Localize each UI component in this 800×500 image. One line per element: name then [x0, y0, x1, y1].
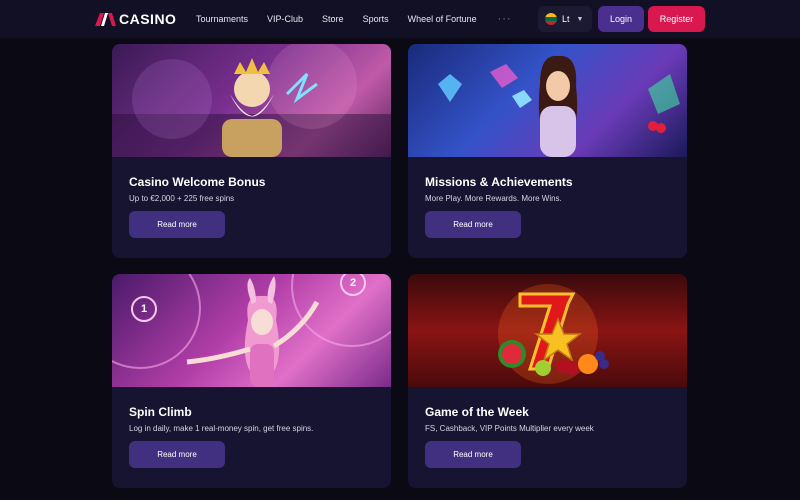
woman-with-diamond-illustration-icon: [408, 44, 687, 157]
card-subtitle: More Play. More Rewards. More Wins.: [425, 194, 562, 203]
register-button[interactable]: Register: [648, 6, 705, 32]
step-badge-1: 1: [131, 296, 157, 322]
site-logo[interactable]: CASINO: [95, 11, 176, 27]
card-title: Game of the Week: [425, 405, 529, 419]
nav-vip-club[interactable]: VIP-Club: [267, 14, 303, 24]
nav-tournaments[interactable]: Tournaments: [196, 14, 248, 24]
card-title: Missions & Achievements: [425, 175, 573, 189]
logo-text: CASINO: [119, 11, 177, 27]
top-header: CASINO Tournaments VIP-Club Store Sports…: [0, 0, 800, 38]
read-more-button[interactable]: Read more: [129, 441, 225, 468]
lucky-seven-fruits-illustration-icon: [408, 274, 687, 387]
login-button[interactable]: Login: [598, 6, 644, 32]
promo-card-missions: Missions & Achievements More Play. More …: [408, 44, 687, 258]
chevron-down-icon: ▼: [576, 15, 584, 23]
lithuania-flag-icon: [545, 13, 557, 25]
promo-card-spin-climb: 1 2 Spin Climb Log in daily, make 1 real…: [112, 274, 391, 488]
zeus-illustration-icon: [112, 44, 391, 157]
nav-store[interactable]: Store: [322, 14, 344, 24]
card-subtitle: Up to €2,000 + 225 free spins: [129, 194, 235, 203]
card-title: Casino Welcome Bonus: [129, 175, 266, 189]
card-subtitle: Log in daily, make 1 real-money spin, ge…: [129, 424, 314, 433]
main-nav: Tournaments VIP-Club Store Sports Wheel …: [196, 0, 512, 38]
card-title: Spin Climb: [129, 405, 192, 419]
card-subtitle: FS, Cashback, VIP Points Multiplier ever…: [425, 424, 594, 433]
read-more-button[interactable]: Read more: [425, 441, 521, 468]
language-selector[interactable]: Lt ▼: [538, 6, 592, 32]
nav-wheel-of-fortune[interactable]: Wheel of Fortune: [408, 14, 477, 24]
read-more-button[interactable]: Read more: [425, 211, 521, 238]
read-more-button[interactable]: Read more: [129, 211, 225, 238]
more-menu-icon[interactable]: ···: [498, 13, 512, 25]
language-label: Lt: [562, 14, 570, 24]
bunny-girl-illustration-icon: 1 2: [112, 274, 391, 387]
promo-card-game-of-week: Game of the Week FS, Cashback, VIP Point…: [408, 274, 687, 488]
nav-sports[interactable]: Sports: [363, 14, 389, 24]
promo-card-welcome-bonus: Casino Welcome Bonus Up to €2,000 + 225 …: [112, 44, 391, 258]
logo-mark-icon: [95, 12, 117, 26]
